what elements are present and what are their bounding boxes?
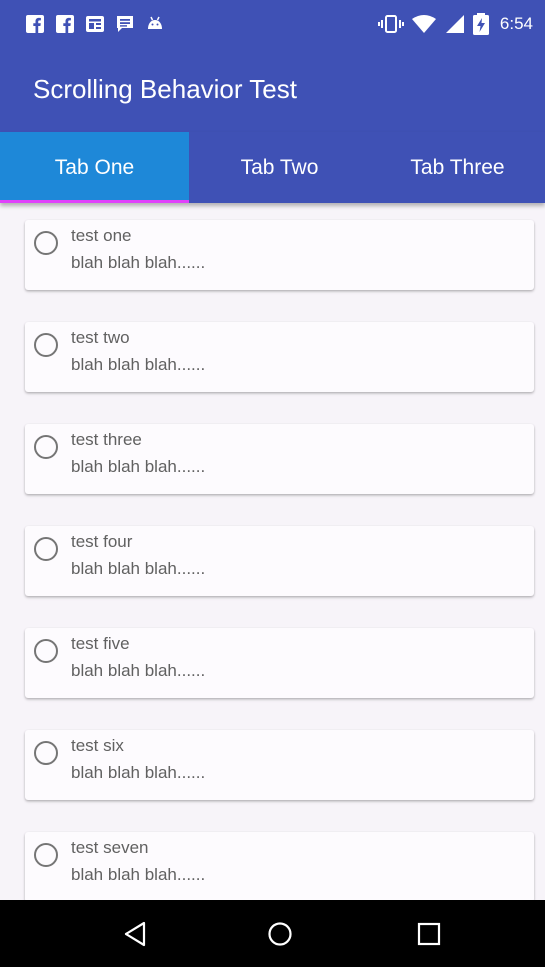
signal-icon (445, 15, 464, 33)
list-item[interactable]: test six blah blah blah...... (25, 730, 534, 800)
list-item[interactable]: test five blah blah blah...... (25, 628, 534, 698)
item-subtitle: blah blah blah...... (71, 661, 206, 680)
tab-two[interactable]: Tab Two (189, 132, 370, 203)
system-status-icons: 6:54 (377, 12, 533, 36)
list-item[interactable]: test two blah blah blah...... (25, 322, 534, 392)
tab-bar: Tab One Tab Two Tab Three (0, 132, 545, 203)
item-title: test three (71, 430, 142, 449)
status-bar: 6:54 (0, 0, 545, 48)
item-subtitle: blah blah blah...... (71, 355, 206, 374)
radio-button[interactable] (34, 435, 58, 459)
radio-button[interactable] (34, 333, 58, 357)
status-clock: 6:54 (499, 14, 533, 33)
back-button[interactable] (117, 916, 153, 952)
list-item[interactable]: test four blah blah blah...... (25, 526, 534, 596)
list-item[interactable]: test three blah blah blah...... (25, 424, 534, 494)
tab-one[interactable]: Tab One (0, 132, 189, 203)
radio-button[interactable] (34, 231, 58, 255)
battery-icon (472, 13, 489, 35)
item-subtitle: blah blah blah...... (71, 763, 206, 782)
item-title: test seven (71, 838, 149, 857)
item-subtitle: blah blah blah...... (71, 865, 206, 884)
item-title: test two (71, 328, 130, 347)
list-item[interactable]: test seven blah blah blah...... (25, 832, 534, 900)
item-title: test one (71, 226, 132, 245)
home-button[interactable] (262, 916, 298, 952)
back-icon (124, 921, 146, 947)
wifi-icon (411, 15, 436, 33)
item-subtitle: blah blah blah...... (71, 253, 206, 272)
radio-button[interactable] (34, 843, 58, 867)
notification-icons (26, 14, 176, 34)
recents-button[interactable] (411, 916, 447, 952)
item-subtitle: blah blah blah...... (71, 457, 206, 476)
home-icon (268, 922, 292, 946)
item-subtitle: blah blah blah...... (71, 559, 206, 578)
message-icon (117, 16, 133, 32)
app-title: Scrolling Behavior Test (33, 74, 297, 104)
item-title: test four (71, 532, 133, 551)
list-item[interactable]: test one blah blah blah...... (25, 220, 534, 290)
vibrate-icon (377, 15, 404, 33)
radio-button[interactable] (34, 639, 58, 663)
item-title: test five (71, 634, 130, 653)
item-title: test six (71, 736, 124, 755)
news-icon (86, 16, 104, 32)
android-icon (148, 16, 162, 29)
tab-three[interactable]: Tab Three (370, 132, 545, 203)
radio-button[interactable] (34, 537, 58, 561)
facebook-icon (56, 15, 74, 33)
navigation-bar (0, 900, 545, 967)
item-list[interactable]: test one blah blah blah...... test two b… (0, 203, 545, 900)
app-bar: Scrolling Behavior Test (0, 48, 545, 132)
recents-icon (417, 922, 441, 946)
facebook-icon (26, 15, 44, 33)
radio-button[interactable] (34, 741, 58, 765)
